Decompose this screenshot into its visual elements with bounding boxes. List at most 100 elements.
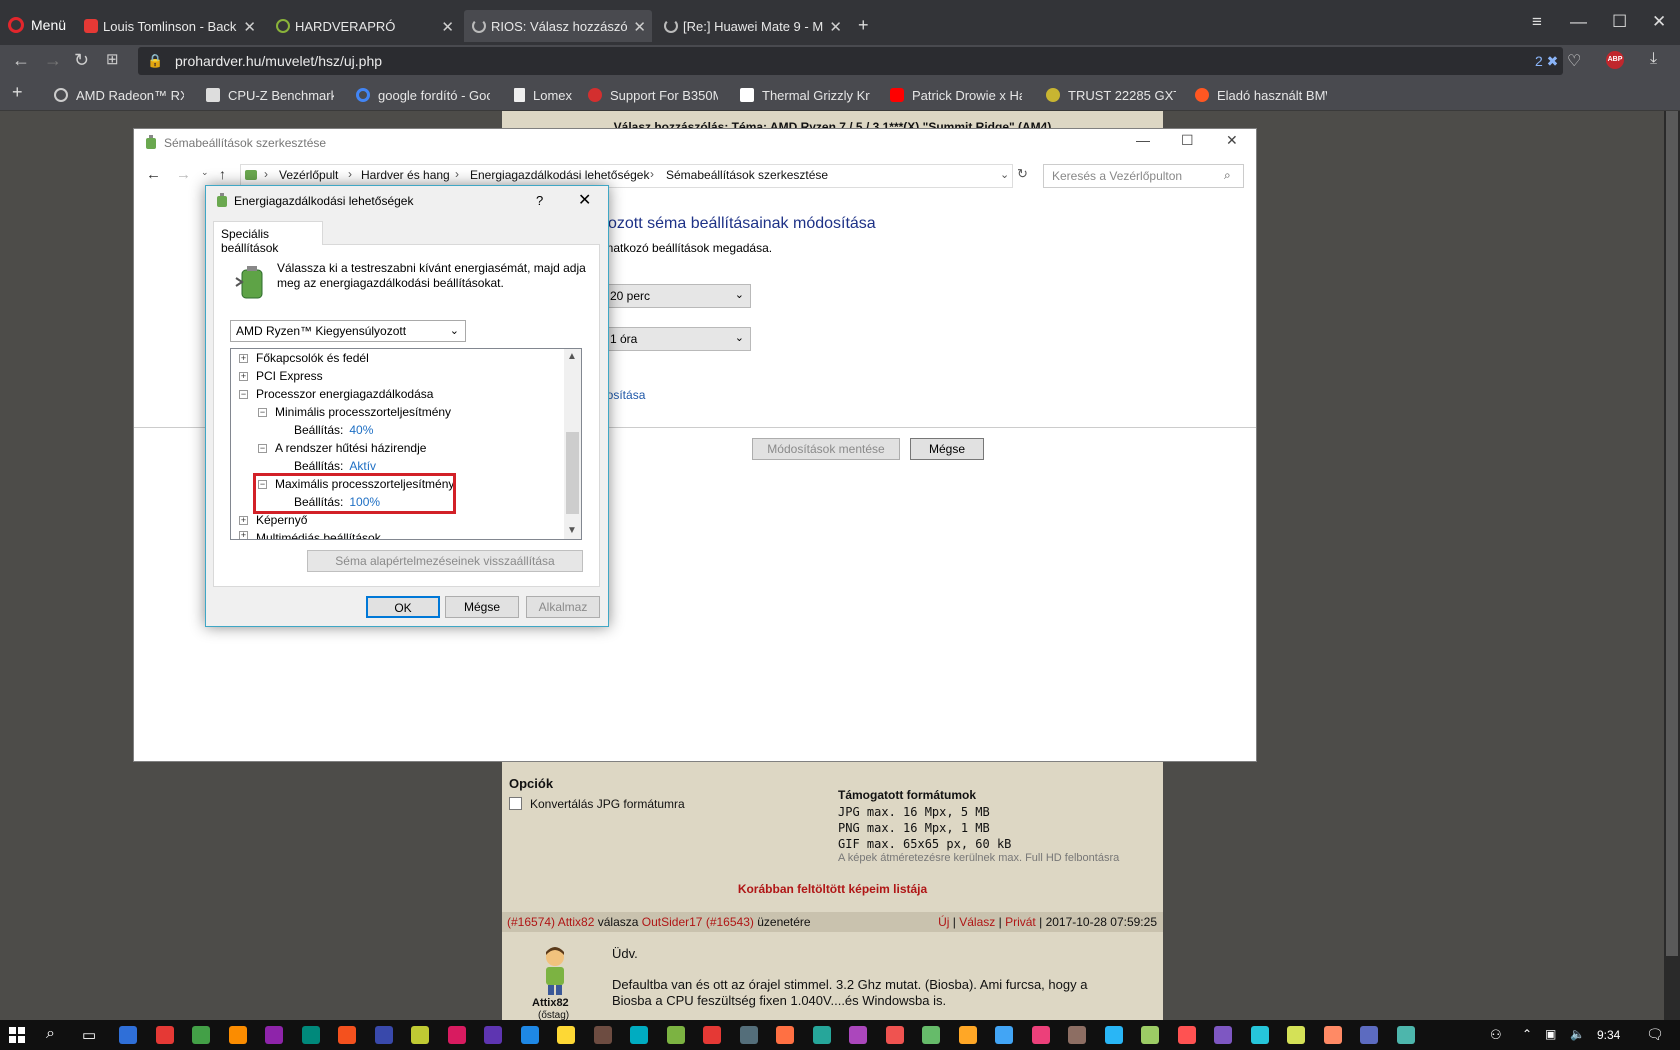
tab-huawei[interactable]: [Re:] Huawei Mate 9 - Mat ✕ [656,10,848,42]
cp-up-icon[interactable]: ↑ [219,166,226,182]
help-icon[interactable]: ? [536,193,543,208]
close-window-icon[interactable]: ✕ [1652,12,1666,32]
task-view-icon[interactable]: ▭ [82,1026,96,1044]
tree-item-min-processor[interactable]: − Minimális processzorteljesítmény [258,405,451,419]
search-icon[interactable]: ⌕ [46,1025,55,1043]
apply-button[interactable]: Alkalmaz [526,596,600,618]
taskbar-app-icon[interactable] [1031,1026,1050,1044]
bookmark-google[interactable]: google fordító - Goo [356,86,490,104]
cp-refresh-icon[interactable]: ↻ [1017,166,1028,182]
tree-item-pci-express[interactable]: + PCI Express [239,369,323,383]
people-icon[interactable]: ⚇ [1490,1027,1502,1043]
close-tab-icon[interactable]: ✕ [829,18,842,36]
bookmark-lomex[interactable]: Lomex [514,86,574,104]
tree-item-power-buttons[interactable]: + Főkapcsolók és fedél [239,351,369,365]
scroll-up-icon[interactable]: ▲ [567,351,577,362]
taskbar-app-icon[interactable] [557,1026,575,1044]
cp-maximize-icon[interactable]: ☐ [1181,132,1194,149]
taskbar-app-icon[interactable] [1323,1026,1342,1044]
cp-recent-icon[interactable]: ⌄ [201,167,209,178]
opera-menu-button[interactable]: Menü [8,17,66,33]
back-icon[interactable]: ← [12,50,30,71]
taskbar-app-icon[interactable] [739,1026,758,1044]
taskbar-app-icon[interactable] [776,1026,794,1044]
expand-icon[interactable]: + [239,515,248,525]
breadcrumb-power[interactable]: Energiagazdálkodási lehetőségek [470,168,649,182]
close-tab-icon[interactable]: ✕ [441,18,454,36]
tree-item-display[interactable]: + Képernyő [239,513,307,527]
taskbar-app-icon[interactable] [447,1026,466,1044]
collapse-icon[interactable]: − [258,443,267,453]
setting-value[interactable]: 40% [349,423,373,437]
taskbar-app-icon[interactable] [374,1026,393,1044]
close-tab-icon[interactable]: ✕ [243,18,256,36]
taskbar-app-icon[interactable] [1250,1026,1269,1044]
reload-icon[interactable]: ↻ [74,50,89,71]
tree-scrollbar-thumb[interactable] [566,432,579,514]
taskbar-app-icon[interactable] [703,1026,721,1044]
tab-menu-icon[interactable]: ≡ [1532,12,1542,32]
forward-icon[interactable]: → [44,50,62,71]
taskbar-app-icon[interactable] [1396,1026,1415,1044]
bookmark-msi[interactable]: Support For B350M I [588,86,718,104]
collapse-icon[interactable]: − [239,389,248,399]
cp-close-icon[interactable]: ✕ [1226,132,1238,149]
cp-back-icon[interactable]: ← [146,166,161,183]
uploaded-images-link[interactable]: Korábban feltöltött képeim listája [502,882,1163,896]
tree-setting-cooling-policy[interactable]: Beállítás: Aktív [294,459,376,473]
maximize-icon[interactable]: ☐ [1612,12,1627,32]
post-reply-link[interactable]: Válasz [959,915,995,929]
taskbar-app-icon[interactable] [1104,1026,1123,1044]
taskbar-app-icon[interactable] [958,1026,977,1044]
taskbar-app-icon[interactable] [812,1026,831,1044]
sleep-select[interactable]: 1 óra ⌄ [603,327,751,351]
taskbar-app-icon[interactable] [630,1026,648,1044]
post-target-ref-link[interactable]: (#16543) [706,915,754,929]
page-scrollbar-thumb[interactable] [1666,111,1678,956]
taskbar-app-icon[interactable] [228,1026,247,1044]
expand-icon[interactable]: + [239,531,248,539]
tray-expand-icon[interactable]: ⌃ [1522,1027,1532,1041]
extension-badge[interactable]: 2 ✖ [1535,53,1558,70]
taskbar-app-icon[interactable] [1360,1026,1378,1044]
breadcrumb-control-panel[interactable]: Vezérlőpult [279,168,338,182]
taskbar-app-icon[interactable] [995,1026,1013,1044]
taskbar-app-icon[interactable] [119,1026,137,1044]
taskbar-clock[interactable]: 9:34 [1597,1028,1620,1042]
download-icon[interactable]: ⤓ [1650,50,1657,68]
volume-icon[interactable]: 🔈 [1570,1027,1585,1041]
breadcrumb-hardware[interactable]: Hardver és hang [361,168,450,182]
new-tab-icon[interactable]: + [858,15,869,36]
dialog-close-icon[interactable]: ✕ [578,190,591,210]
tree-item-cooling-policy[interactable]: − A rendszer hűtési házirendje [258,441,426,455]
tab-advanced-settings[interactable]: Speciális beállítások [213,221,323,255]
tree-item-processor-power[interactable]: − Processzor energiagazdálkodása [239,387,433,401]
cp-minimize-icon[interactable]: — [1136,132,1150,148]
bookmark-youtube[interactable]: Patrick Drowie x Has [890,86,1022,104]
taskbar-app-icon[interactable] [593,1026,612,1044]
post-author-link[interactable]: Attix82 [558,915,595,929]
taskbar-app-icon[interactable] [666,1026,685,1044]
tab-hardverapro[interactable]: HARDVERAPRÓ ✕ [268,10,460,42]
scroll-down-icon[interactable]: ▼ [567,525,577,536]
tree-setting-min-processor[interactable]: Beállítás: 40% [294,423,373,437]
post-new-link[interactable]: Új [938,915,949,929]
dialog-cancel-button[interactable]: Mégse [445,596,519,618]
post-private-link[interactable]: Privát [1005,915,1036,929]
taskbar-app-icon[interactable] [1177,1026,1196,1044]
taskbar-app-icon[interactable] [520,1026,539,1044]
taskbar-app-icon[interactable] [922,1026,940,1044]
taskbar-app-icon[interactable] [411,1026,429,1044]
restore-defaults-button[interactable]: Séma alapértelmezéseinek visszaállítása [307,550,583,572]
adblock-icon[interactable]: ABP [1606,51,1624,69]
heart-icon[interactable]: ♡ [1567,51,1581,71]
tab-rios-active[interactable]: RIOS: Válasz hozzászólás r ✕ [464,10,652,42]
bookmark-amd[interactable]: AMD Radeon™ RX V [54,86,184,104]
tree-item-multimedia[interactable]: + Multimédiás beállítások [239,531,381,539]
save-changes-button[interactable]: Módosítások mentése [752,438,900,460]
search-icon[interactable]: ⌕ [1224,168,1231,183]
taskbar-app-icon[interactable] [1068,1026,1086,1044]
minimize-icon[interactable]: — [1570,12,1587,32]
taskbar-app-icon[interactable] [301,1026,320,1044]
expand-icon[interactable]: + [239,353,248,363]
